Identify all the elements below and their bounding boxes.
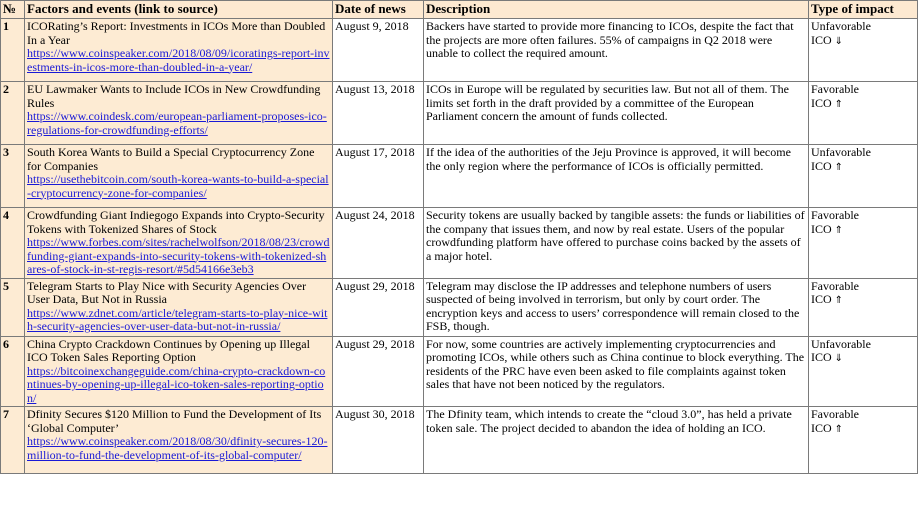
source-link[interactable]: https://bitcoinexchangeguide.com/china-c… — [27, 364, 325, 405]
impact-ico: ICO — [811, 350, 832, 364]
table-row: 6 China Crypto Crackdown Continues by Op… — [0, 335, 918, 407]
date-cell: August 13, 2018 — [332, 81, 424, 145]
impact-label: Favorable — [811, 82, 859, 96]
date-cell: August 29, 2018 — [332, 335, 424, 407]
row-number: 2 — [0, 81, 25, 145]
description-cell: Backers have started to provide more fin… — [423, 18, 809, 82]
arrow-down-icon: ⇓ — [834, 353, 844, 364]
impact-cell: Unfavorable ICO ⇓ — [808, 335, 918, 407]
table-row: 4 Crowdfunding Giant Indiegogo Expands i… — [0, 207, 918, 279]
table-row: 1 ICORating’s Report: Investments in ICO… — [0, 18, 918, 82]
impact-cell: Favorable ICO ⇑ — [808, 277, 918, 337]
description-cell: If the idea of the authorities of the Je… — [423, 144, 809, 208]
factor-cell: China Crypto Crackdown Continues by Open… — [24, 335, 333, 407]
impact-label: Favorable — [811, 407, 859, 421]
source-link[interactable]: https://www.zdnet.com/article/telegram-s… — [27, 306, 327, 334]
factor-cell: ICORating’s Report: Investments in ICOs … — [24, 18, 333, 82]
table-row: 5 Telegram Starts to Play Nice with Secu… — [0, 277, 918, 337]
source-link[interactable]: https://www.forbes.com/sites/rachelwolfs… — [27, 235, 330, 276]
table-row: 2 EU Lawmaker Wants to Include ICOs in N… — [0, 81, 918, 145]
arrow-up-icon: ⇑ — [834, 161, 844, 173]
impact-label: Favorable — [811, 208, 859, 222]
impact-cell: Unfavorable ICO ⇑ — [808, 144, 918, 208]
source-link[interactable]: https://www.coindesk.com/european-parlia… — [27, 109, 327, 137]
impact-label: Unfavorable — [811, 145, 871, 159]
impact-cell: Favorable ICO ⇑ — [808, 207, 918, 279]
factor-cell: EU Lawmaker Wants to Include ICOs in New… — [24, 81, 333, 145]
arrow-down-icon: ⇓ — [834, 35, 844, 47]
row-number: 5 — [0, 277, 25, 337]
factor-title: ICORating’s Report: Investments in ICOs … — [27, 19, 326, 47]
impact-ico: ICO — [811, 158, 832, 173]
factor-cell: Crowdfunding Giant Indiegogo Expands int… — [24, 207, 333, 279]
arrow-up-icon: ⇑ — [834, 224, 844, 236]
source-link[interactable]: https://www.coinspeaker.com/2018/08/30/d… — [27, 434, 328, 462]
factor-title: Crowdfunding Giant Indiegogo Expands int… — [27, 208, 325, 236]
arrow-up-icon: ⇑ — [834, 423, 844, 435]
impact-cell: Unfavorable ICO ⇓ — [808, 18, 918, 82]
row-number: 3 — [0, 144, 25, 208]
description-cell: For now, some countries are actively imp… — [423, 335, 809, 407]
impact-ico: ICO — [811, 221, 832, 236]
source-link[interactable]: https://www.coinspeaker.com/2018/08/09/i… — [27, 46, 330, 74]
source-link[interactable]: https://usethebitcoin.com/south-korea-wa… — [27, 172, 329, 200]
description-cell: ICOs in Europe will be regulated by secu… — [423, 81, 809, 145]
factor-cell: Telegram Starts to Play Nice with Securi… — [24, 277, 333, 337]
header-impact: Type of impact — [808, 0, 918, 19]
date-cell: August 30, 2018 — [332, 406, 424, 474]
impact-cell: Favorable ICO ⇑ — [808, 406, 918, 474]
table-row: 3 South Korea Wants to Build a Special C… — [0, 144, 918, 208]
news-table: № Factors and events (link to source) Da… — [0, 0, 918, 474]
date-cell: August 17, 2018 — [332, 144, 424, 208]
factor-title: Dfinity Secures $120 Million to Fund the… — [27, 407, 322, 435]
header-row: № Factors and events (link to source) Da… — [0, 0, 918, 19]
impact-ico: ICO — [811, 420, 832, 435]
arrow-up-icon: ⇑ — [834, 295, 844, 306]
factor-title: EU Lawmaker Wants to Include ICOs in New… — [27, 82, 321, 110]
impact-cell: Favorable ICO ⇑ — [808, 81, 918, 145]
impact-ico: ICO — [811, 32, 832, 47]
description-cell: The Dfinity team, which intends to creat… — [423, 406, 809, 474]
factor-title: South Korea Wants to Build a Special Cry… — [27, 145, 315, 173]
impact-label: Favorable — [811, 278, 859, 293]
table-row: 7 Dfinity Secures $120 Million to Fund t… — [0, 406, 918, 474]
impact-label: Unfavorable — [811, 336, 871, 351]
description-cell: Security tokens are usually backed by ta… — [423, 207, 809, 279]
description-cell: Telegram may disclose the IP addresses a… — [423, 277, 809, 337]
row-number: 4 — [0, 207, 25, 279]
row-number: 1 — [0, 18, 25, 82]
factor-cell: Dfinity Secures $120 Million to Fund the… — [24, 406, 333, 474]
impact-ico: ICO — [811, 292, 832, 306]
impact-label: Unfavorable — [811, 19, 871, 33]
header-description: Description — [423, 0, 809, 19]
row-number: 6 — [0, 335, 25, 407]
arrow-up-icon: ⇑ — [834, 98, 844, 110]
header-date: Date of news — [332, 0, 424, 19]
header-factors: Factors and events (link to source) — [24, 0, 333, 19]
date-cell: August 29, 2018 — [332, 277, 424, 337]
factor-title: Telegram Starts to Play Nice with Securi… — [27, 278, 307, 306]
row-number: 7 — [0, 406, 25, 474]
date-cell: August 24, 2018 — [332, 207, 424, 279]
factor-title: China Crypto Crackdown Continues by Open… — [27, 336, 310, 364]
header-num: № — [0, 0, 25, 19]
impact-ico: ICO — [811, 95, 832, 110]
factor-cell: South Korea Wants to Build a Special Cry… — [24, 144, 333, 208]
date-cell: August 9, 2018 — [332, 18, 424, 82]
